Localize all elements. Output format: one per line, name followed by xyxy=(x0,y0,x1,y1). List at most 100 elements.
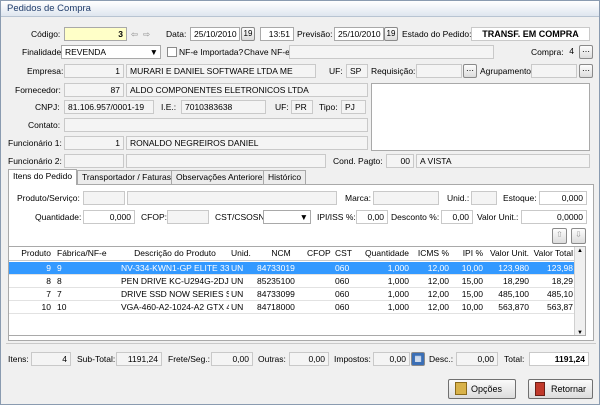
compra-field: 4 xyxy=(569,46,574,56)
col-cst[interactable]: CST xyxy=(335,247,357,260)
table-cell: 123,98 xyxy=(547,263,573,273)
requisicao-label: Requisição: xyxy=(371,66,416,76)
empresa-name: MURARI E DANIEL SOFTWARE LTDA ME xyxy=(126,64,316,78)
ipi-iss-field[interactable]: 0,00 xyxy=(356,210,388,224)
table-row[interactable]: 8 8 PEN DRIVE KC-U294G-2DJQ UN 85235100 060 1,… xyxy=(9,275,575,288)
table-cell: 9 xyxy=(57,263,62,273)
move-down-icon[interactable]: ⇩ xyxy=(571,228,586,244)
observacoes-textarea[interactable] xyxy=(371,83,590,151)
previsao-field[interactable]: 25/10/2010 xyxy=(334,27,384,41)
cst-label: CST/CSOSN: xyxy=(215,212,267,222)
estado-label: Estado do Pedido: xyxy=(402,29,472,39)
data-field[interactable]: 25/10/2010 xyxy=(190,27,240,41)
col-unid[interactable]: Unid. xyxy=(231,247,255,260)
col-ipi[interactable]: IPI % xyxy=(451,247,483,260)
ie-field: 7010383638 xyxy=(181,100,266,114)
quantidade-field[interactable]: 0,000 xyxy=(83,210,135,224)
table-cell: 1,000 xyxy=(387,302,409,312)
table-cell: 563,870 xyxy=(498,302,529,312)
agrupamento-field[interactable] xyxy=(531,64,577,78)
table-cell: 1,000 xyxy=(387,289,409,299)
tab-historico[interactable]: Histórico xyxy=(263,170,307,184)
col-produto[interactable]: Produto xyxy=(11,247,51,260)
agrupamento-lookup-button[interactable]: ⋯ xyxy=(579,64,593,78)
move-up-icon[interactable]: ⇧ xyxy=(552,228,567,244)
cfop-field[interactable] xyxy=(167,210,209,224)
valor-unit-field[interactable]: 0,0000 xyxy=(521,210,587,224)
nfe-importada-label: NF-e Importada? xyxy=(179,47,244,57)
cst-select[interactable]: ▼ xyxy=(263,210,311,224)
hora-field[interactable]: 13:51 xyxy=(260,27,294,41)
col-cfop[interactable]: CFOP xyxy=(307,247,333,260)
table-cell: 10,00 xyxy=(461,302,483,312)
finalidade-select[interactable]: REVENDA ▼ xyxy=(61,45,161,59)
next-record-icon[interactable]: ⇨ xyxy=(143,29,150,39)
nfe-importada-checkbox[interactable] xyxy=(167,47,177,57)
col-fabrica[interactable]: Fábrica/NF-e xyxy=(57,247,117,260)
chave-nfe-field[interactable] xyxy=(289,45,494,59)
table-cell: 060 xyxy=(335,302,350,312)
cond-pagto-code[interactable]: 00 xyxy=(386,154,414,168)
prev-record-icon[interactable]: ⇦ xyxy=(131,29,138,39)
opcoes-label: Opções xyxy=(471,384,503,394)
scroll-down-icon[interactable]: ▼ xyxy=(577,330,583,335)
unid-field xyxy=(471,191,497,205)
agrupamento-label: Agrupamento: xyxy=(480,66,534,76)
subtotal-label: Sub-Total: xyxy=(77,354,116,364)
ipi-iss-label: IPI/ISS %: xyxy=(317,212,356,222)
desc-field[interactable]: 0,00 xyxy=(456,352,498,366)
table-cell: 060 xyxy=(335,289,350,299)
table-cell: 7 xyxy=(46,289,51,299)
tab-observacoes-anteriores[interactable]: Observações Anteriores xyxy=(171,170,272,184)
compra-lookup-button[interactable]: ⋯ xyxy=(579,45,593,59)
calculator-icon[interactable]: ▦ xyxy=(411,352,425,366)
col-ncm[interactable]: NCM xyxy=(257,247,305,260)
codigo-field[interactable]: 3 xyxy=(64,27,127,41)
grid-header: Produto Fábrica/NF-e Descrição do Produt… xyxy=(9,247,575,261)
table-cell: 84733019 xyxy=(257,263,295,273)
funcionario2-label: Funcionário 2: xyxy=(8,156,62,166)
table-cell: 18,29 xyxy=(551,276,573,286)
col-valor-total[interactable]: Valor Total xyxy=(531,247,573,260)
empresa-code[interactable]: 1 xyxy=(64,64,124,78)
table-cell: PEN DRIVE KC-U294G-2DJQ xyxy=(121,276,229,286)
requisicao-lookup-button[interactable]: ⋯ xyxy=(463,64,477,78)
contato-field[interactable] xyxy=(64,118,368,132)
opcoes-button[interactable]: Opções xyxy=(448,379,516,399)
table-cell: 15,00 xyxy=(461,289,483,299)
col-quantidade[interactable]: Quantidade xyxy=(359,247,409,260)
chave-nfe-label: Chave NF-e: xyxy=(244,47,293,57)
total-label: Total: xyxy=(504,354,525,364)
estoque-label: Estoque: xyxy=(503,193,537,203)
table-cell: VGA-460-A2-1024-A2 GTX 46 xyxy=(121,302,229,312)
table-row[interactable]: 9 9 NV-334-KWN1-GP ELITE 334 UN 84733019 060 1… xyxy=(9,262,575,275)
requisicao-field[interactable] xyxy=(416,64,462,78)
col-valor-unit[interactable]: Valor Unit. xyxy=(485,247,529,260)
fornecedor-uf: PR xyxy=(291,100,313,114)
table-cell: 8 xyxy=(46,276,51,286)
col-descricao[interactable]: Descrição do Produto xyxy=(121,247,229,260)
retornar-button[interactable]: Retornar xyxy=(528,379,593,399)
outras-field[interactable]: 0,00 xyxy=(289,352,329,366)
fornecedor-code[interactable]: 87 xyxy=(64,83,124,97)
tab-transportador-faturas[interactable]: Transportador / Faturas xyxy=(77,170,176,184)
scroll-up-icon[interactable]: ▲ xyxy=(577,248,583,254)
funcionario1-code[interactable]: 1 xyxy=(64,136,124,150)
table-row[interactable]: 7 7 DRIVE SSD NOW SERIES SI UN 84733099 060 1,… xyxy=(9,288,575,301)
desconto-field[interactable]: 0,00 xyxy=(441,210,473,224)
calendar-icon-previsao[interactable]: 19 xyxy=(384,27,398,41)
previsao-label: Previsão: xyxy=(297,29,333,39)
funcionario1-label: Funcionário 1: xyxy=(8,138,62,148)
funcionario2-code[interactable] xyxy=(64,154,124,168)
table-cell: NV-334-KWN1-GP ELITE 334 xyxy=(121,263,229,273)
estoque-field: 0,000 xyxy=(539,191,587,205)
outras-label: Outras: xyxy=(258,354,286,364)
subtotal-field: 1191,24 xyxy=(116,352,162,366)
grid-scrollbar[interactable]: ▲ ▼ xyxy=(574,247,585,335)
produto-code[interactable] xyxy=(83,191,125,205)
calendar-icon[interactable]: 19 xyxy=(241,27,255,41)
tab-itens-do-pedido[interactable]: Itens do Pedido xyxy=(8,169,78,185)
frete-field[interactable]: 0,00 xyxy=(211,352,253,366)
table-row[interactable]: 10 10 VGA-460-A2-1024-A2 GTX 46 UN 84718000 0… xyxy=(9,301,575,314)
col-icms[interactable]: ICMS % xyxy=(411,247,449,260)
